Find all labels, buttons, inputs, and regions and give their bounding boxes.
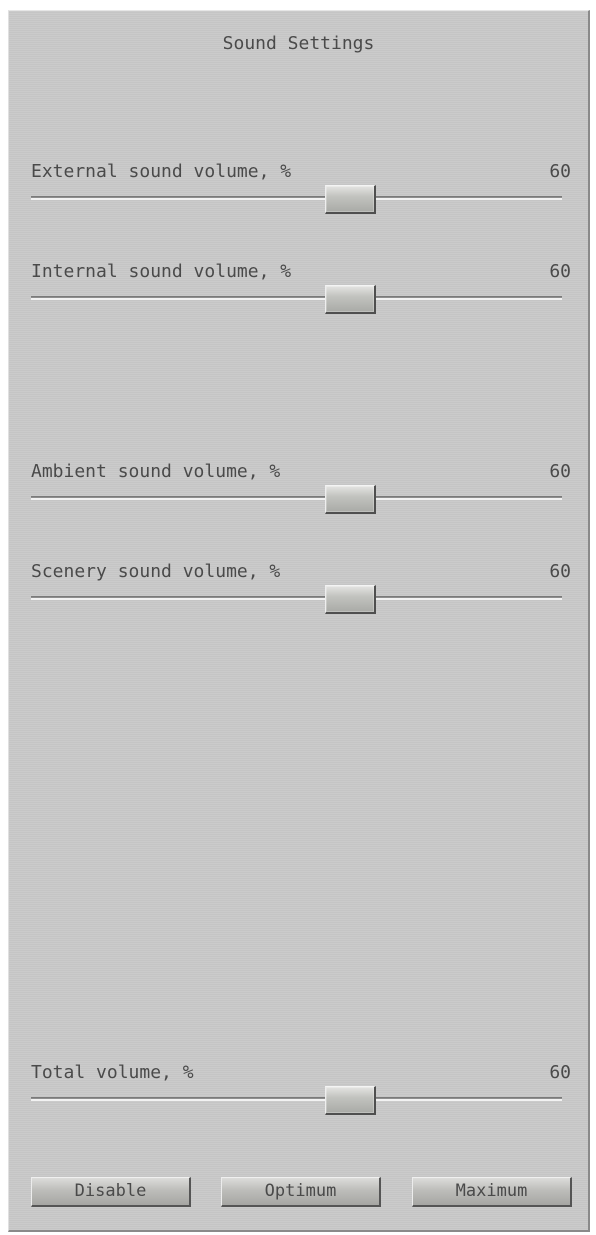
external-volume-label: External sound volume, % — [31, 161, 292, 182]
scenery-volume-value: 60 — [549, 561, 571, 582]
ambient-volume-value: 60 — [549, 461, 571, 482]
total-volume-slider-thumb[interactable] — [325, 1086, 376, 1115]
total-volume-label: Total volume, % — [31, 1062, 194, 1083]
external-volume-slider-track[interactable] — [31, 196, 562, 200]
scenery-volume-row: Scenery sound volume, % 60 — [31, 561, 571, 621]
internal-volume-label: Internal sound volume, % — [31, 261, 292, 282]
total-volume-row: Total volume, % 60 — [31, 1062, 571, 1122]
internal-volume-value: 60 — [549, 261, 571, 282]
ambient-volume-row: Ambient sound volume, % 60 — [31, 461, 571, 521]
ambient-volume-slider-track[interactable] — [31, 496, 562, 500]
total-volume-value: 60 — [549, 1062, 571, 1083]
external-volume-value: 60 — [549, 161, 571, 182]
window-title: Sound Settings — [222, 33, 375, 54]
disable-button[interactable]: Disable — [31, 1177, 191, 1207]
scenery-volume-slider-track[interactable] — [31, 596, 562, 600]
total-volume-slider-track[interactable] — [31, 1097, 562, 1101]
optimum-button[interactable]: Optimum — [221, 1177, 381, 1207]
ambient-volume-label: Ambient sound volume, % — [31, 461, 281, 482]
maximum-button[interactable]: Maximum — [412, 1177, 572, 1207]
internal-volume-slider-track[interactable] — [31, 296, 562, 300]
internal-volume-slider-thumb[interactable] — [325, 285, 376, 314]
ambient-volume-slider-thumb[interactable] — [325, 485, 376, 514]
external-volume-slider-thumb[interactable] — [325, 185, 376, 214]
internal-volume-row: Internal sound volume, % 60 — [31, 261, 571, 321]
scenery-volume-slider-thumb[interactable] — [325, 585, 376, 614]
sound-settings-window: Sound Settings External sound volume, % … — [8, 10, 590, 1232]
external-volume-row: External sound volume, % 60 — [31, 161, 571, 221]
scenery-volume-label: Scenery sound volume, % — [31, 561, 281, 582]
